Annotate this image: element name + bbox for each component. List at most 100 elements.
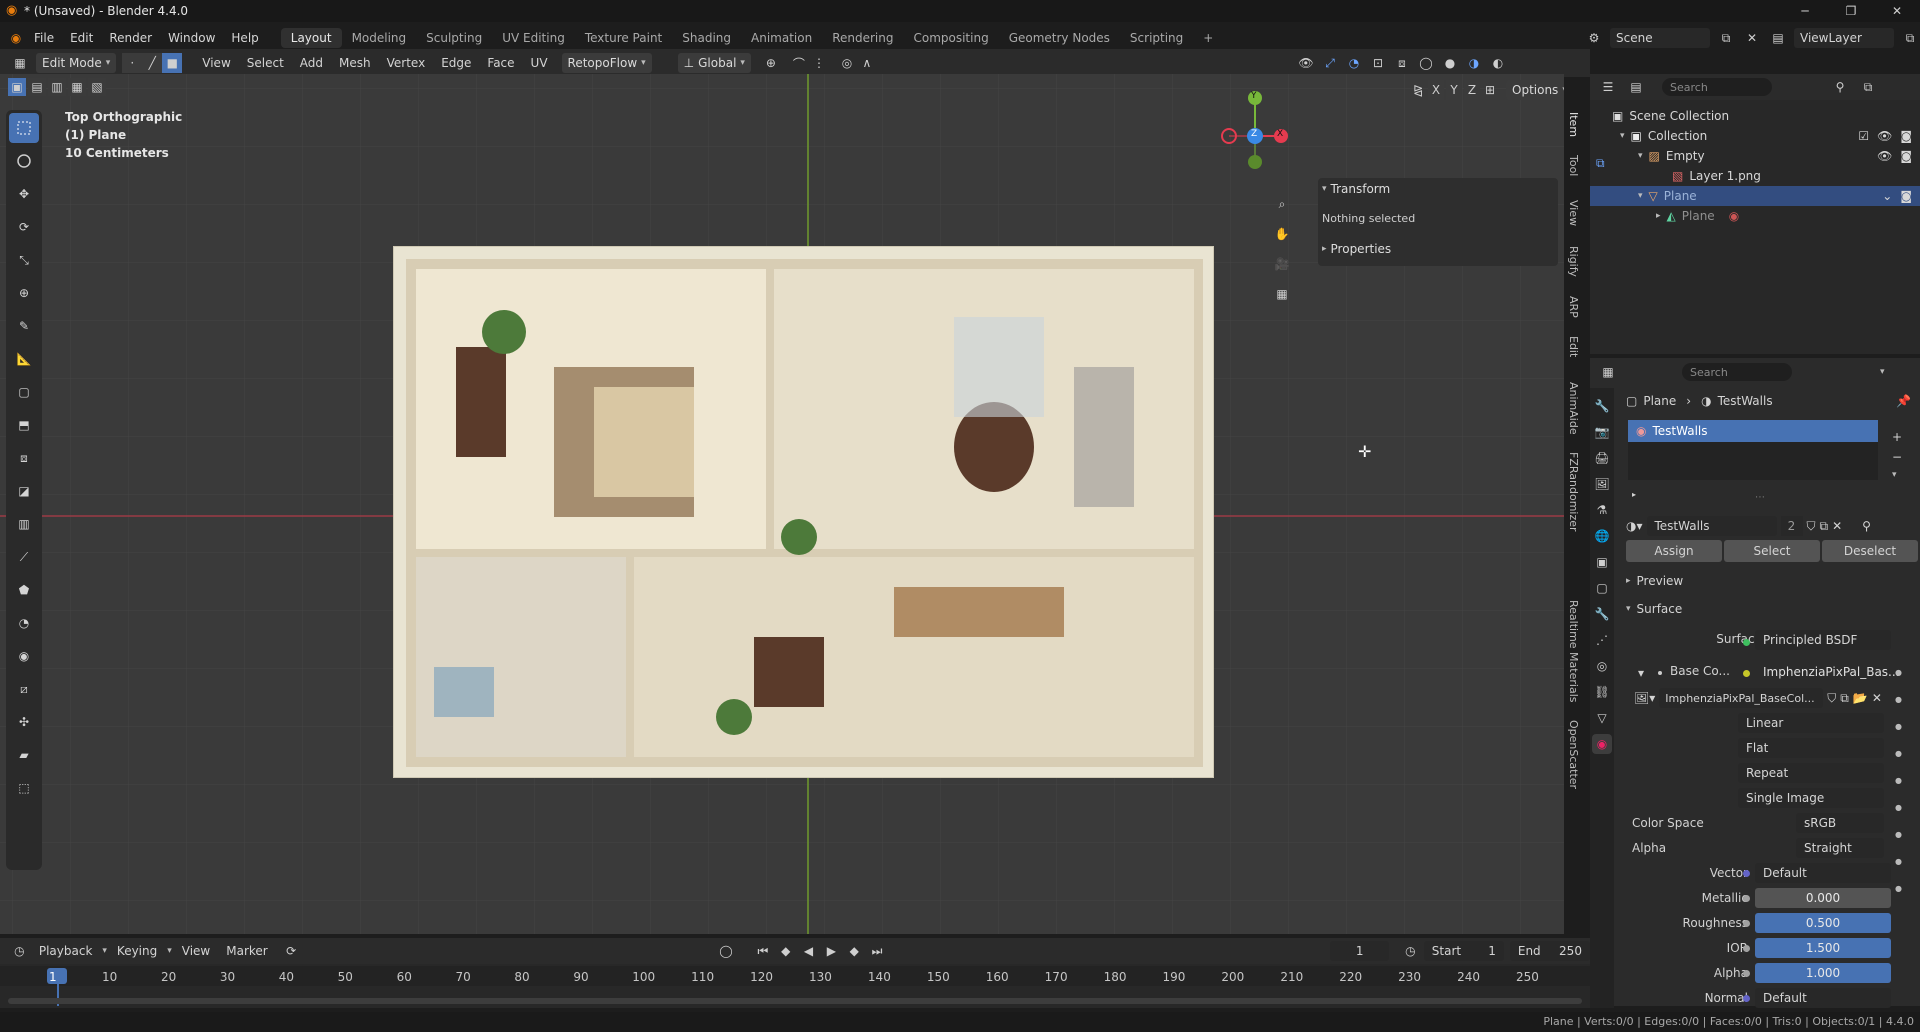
surface-panel-header[interactable]: ▾ Surface — [1626, 602, 1682, 616]
tab-layout[interactable]: Layout — [280, 28, 342, 48]
fake-user-icon[interactable]: ⛉ — [1827, 691, 1836, 706]
retopoflow-menu[interactable]: RetopoFlow ▾ — [561, 53, 652, 73]
close-button[interactable]: ✕ — [1874, 0, 1920, 22]
remove-slot-icon[interactable]: − — [1892, 450, 1902, 464]
add-slot-icon[interactable]: + — [1892, 430, 1902, 444]
checkbox-icon[interactable]: ☑ — [1858, 129, 1869, 143]
side-tab-animaide[interactable]: AnimAide — [1562, 382, 1580, 435]
wireframe-shading-icon[interactable]: ◯ — [1416, 53, 1436, 73]
blender-menu-icon[interactable]: ◉ — [6, 28, 26, 48]
user-count[interactable]: 2 — [1780, 516, 1803, 536]
outliner-editor-icon[interactable]: ☰ — [1598, 77, 1618, 97]
rotate-tool-icon[interactable]: ⟳ — [9, 212, 39, 242]
outliner-row-plane[interactable]: ▾ ▽ Plane ⌄ ◙ — [1590, 186, 1920, 206]
assign-button[interactable]: Assign — [1626, 540, 1722, 562]
minimize-button[interactable]: ─ — [1782, 0, 1828, 22]
alpha-mode-dropdown[interactable]: Straight — [1796, 838, 1884, 858]
select-invert-icon[interactable]: ▦ — [68, 78, 86, 96]
image-browse-icon[interactable]: 🖼▾ — [1634, 691, 1655, 705]
pin-icon[interactable]: 📌 — [1896, 394, 1911, 408]
axis-x-toggle[interactable]: X — [1428, 80, 1444, 100]
shrink-fatten-tool-icon[interactable]: ✣ — [9, 707, 39, 737]
side-tab-edit[interactable]: Edit — [1562, 336, 1580, 357]
inset-tool-icon[interactable]: ⧈ — [9, 443, 39, 473]
output-tab-icon[interactable]: 🖨 — [1592, 448, 1612, 468]
outliner-search[interactable]: Search — [1662, 78, 1772, 96]
outliner-row-empty[interactable]: ▾ ▨ Empty 👁 ◙ — [1590, 146, 1920, 166]
chevron-down-icon[interactable]: ▾ — [1638, 666, 1644, 680]
menu-uv[interactable]: UV — [523, 56, 556, 70]
prev-keyframe-icon[interactable]: ◆ — [776, 941, 795, 961]
cursor-tool-icon[interactable] — [9, 146, 39, 176]
data-tab-icon[interactable]: ▽ — [1592, 708, 1612, 728]
chevron-down-icon[interactable]: ▾ — [1638, 151, 1643, 161]
menu-add[interactable]: Add — [292, 56, 331, 70]
mesh-overlays-icon[interactable]: ⊡ — [1368, 53, 1388, 73]
side-tab-fzrandomizer[interactable]: FZRandomizer — [1562, 452, 1580, 532]
select-extend-icon[interactable]: ▤ — [28, 78, 46, 96]
physics-tab-icon[interactable]: ◎ — [1592, 656, 1612, 676]
chevron-down-icon[interactable]: ▾ — [1880, 367, 1885, 377]
menu-vertex[interactable]: Vertex — [379, 56, 434, 70]
menu-select[interactable]: Select — [239, 56, 292, 70]
expand-list-icon[interactable]: ▸ — [1632, 490, 1636, 499]
extrude-tool-icon[interactable]: ⬒ — [9, 410, 39, 440]
timeline-menu-playback[interactable]: Playback — [33, 944, 99, 958]
menu-render[interactable]: Render — [101, 31, 160, 45]
play-icon[interactable]: ▶ — [822, 941, 841, 961]
constraints-tab-icon[interactable]: ⛓ — [1592, 682, 1612, 702]
metallic-field[interactable]: 0.000 — [1755, 888, 1891, 908]
gizmo-toggle-icon[interactable]: ⤢ — [1320, 53, 1340, 73]
unlink-icon[interactable]: ✕ — [1872, 691, 1882, 705]
extension-dropdown[interactable]: Repeat — [1738, 763, 1884, 783]
add-workspace-button[interactable]: + — [1193, 28, 1223, 48]
menu-edge[interactable]: Edge — [433, 56, 479, 70]
snap-target-icon[interactable]: ⋮ — [809, 53, 829, 73]
render-tab-icon[interactable]: 📷 — [1592, 422, 1612, 442]
camera-icon[interactable]: 🎥 — [1272, 254, 1292, 274]
tab-scripting[interactable]: Scripting — [1120, 28, 1193, 48]
select-new-icon[interactable]: ▣ — [8, 78, 26, 96]
axis-y-toggle[interactable]: Y — [1446, 80, 1462, 100]
keyframe-icon[interactable]: ● — [1895, 803, 1902, 812]
view-layer-tab-icon[interactable]: 🖼 — [1592, 474, 1612, 494]
tab-sculpting[interactable]: Sculpting — [416, 28, 492, 48]
preview-panel-header[interactable]: ▸ Preview — [1626, 574, 1683, 588]
mode-selector[interactable]: Edit Mode ▾ — [36, 53, 117, 73]
pivot-icon[interactable]: ⊕ — [761, 53, 781, 73]
falloff-icon[interactable]: ∧ — [857, 53, 877, 73]
material-slot-row[interactable]: ◉ TestWalls — [1628, 420, 1878, 442]
side-tab-realtime-materials[interactable]: Realtime Materials — [1562, 600, 1580, 702]
pan-hand-icon[interactable]: ✋ — [1272, 224, 1292, 244]
side-tab-arp[interactable]: ARP — [1562, 296, 1580, 318]
material-tab-icon[interactable]: ◉ — [1592, 734, 1612, 754]
perspective-grid-icon[interactable]: ▦ — [1272, 284, 1292, 304]
scene-selector[interactable]: Scene — [1610, 28, 1710, 48]
resize-handle-icon[interactable]: ⋯ — [1755, 492, 1765, 503]
material-shading-icon[interactable]: ◑ — [1464, 53, 1484, 73]
spin-tool-icon[interactable]: ◔ — [9, 608, 39, 638]
3d-viewport[interactable]: ▣ ▤ ▥ ▦ ▧ ⧎ X Y Z ⊞ Options▾ Top Orthogr… — [0, 74, 1564, 934]
normal-field[interactable]: Default — [1755, 988, 1891, 1008]
overlays-icon[interactable]: ◔ — [1344, 53, 1364, 73]
jump-start-icon[interactable]: ⏮ — [753, 941, 772, 961]
select-box-tool-icon[interactable] — [9, 113, 39, 143]
visibility-icon[interactable]: 👁 — [1296, 53, 1316, 73]
menu-mesh[interactable]: Mesh — [331, 56, 379, 70]
new-view-layer-icon[interactable]: ⧉ — [1900, 28, 1920, 48]
material-name-field[interactable]: TestWalls — [1646, 516, 1777, 536]
auto-merge-icon[interactable]: ⊞ — [1482, 80, 1498, 100]
edge-select-icon[interactable]: ╱ — [142, 53, 163, 73]
browse-material-icon[interactable]: ◑▾ — [1626, 519, 1643, 533]
options-dropdown[interactable]: Options▾ — [1506, 80, 1564, 100]
zoom-icon[interactable]: ⌕ — [1272, 194, 1292, 214]
vector-field[interactable]: Default — [1755, 863, 1891, 883]
start-frame-field[interactable]: Start 1 — [1423, 941, 1504, 961]
interpolation-dropdown[interactable]: Linear — [1738, 713, 1884, 733]
shear-tool-icon[interactable]: ▰ — [9, 740, 39, 770]
menu-edit[interactable]: Edit — [62, 31, 101, 45]
side-tab-tool[interactable]: Tool — [1562, 155, 1580, 176]
unlink-icon[interactable]: ✕ — [1832, 519, 1842, 533]
properties-search[interactable]: Search — [1682, 363, 1792, 381]
chevron-down-icon[interactable]: ▾ — [1638, 191, 1643, 201]
